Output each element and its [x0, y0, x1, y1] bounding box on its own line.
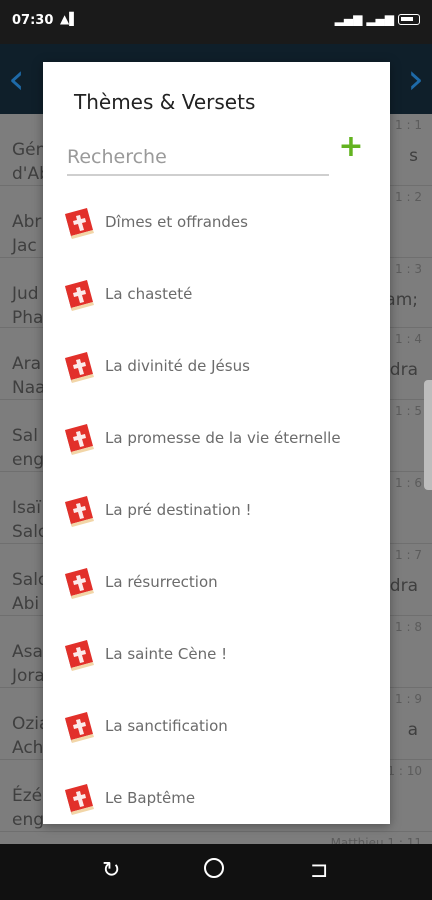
- dialog-title: Thèmes & Versets: [74, 90, 256, 114]
- book-icon: [65, 208, 94, 239]
- verse-ref: 1 : 8: [395, 620, 422, 634]
- cell-signal-icon: ▂▄▆: [334, 12, 363, 26]
- theme-item[interactable]: La résurrection: [43, 546, 390, 618]
- home-icon[interactable]: [204, 858, 224, 884]
- theme-item[interactable]: La chasteté: [43, 258, 390, 330]
- search-field-container: [67, 142, 329, 176]
- book-icon: [65, 568, 94, 599]
- verse-text: a: [407, 720, 418, 740]
- verse-text: am;: [385, 290, 418, 310]
- verse-text: Abi: [12, 594, 40, 614]
- theme-label: Le Baptême: [105, 789, 196, 807]
- recents-icon[interactable]: ⊐: [310, 858, 328, 883]
- theme-label: Dîmes et offrandes: [105, 213, 248, 231]
- add-theme-button[interactable]: +: [338, 132, 364, 162]
- system-nav-bar: ↻ ⊐: [0, 844, 432, 900]
- verse-text: s: [409, 146, 418, 166]
- theme-item[interactable]: Le Baptême: [43, 762, 390, 824]
- cell-signal-icon: ▂▄▆: [366, 12, 394, 26]
- theme-label: La divinité de Jésus: [105, 357, 250, 375]
- verse-text: Sal: [12, 426, 38, 446]
- verse-ref: 1 : 3: [395, 262, 422, 276]
- search-input[interactable]: [67, 142, 329, 172]
- theme-item[interactable]: La sanctification: [43, 690, 390, 762]
- plus-icon: +: [338, 129, 364, 164]
- scrollbar-handle[interactable]: [424, 380, 432, 490]
- verse-ref: 1 : 5: [395, 404, 422, 418]
- book-icon: [65, 424, 94, 455]
- verse-text: Pha: [12, 308, 44, 328]
- battery-icon: [398, 13, 420, 25]
- book-icon: [65, 712, 94, 743]
- theme-label: La promesse de la vie éternelle: [105, 429, 341, 447]
- verse-text: Naa: [12, 378, 46, 398]
- verse-ref: 1 : 4: [395, 332, 422, 346]
- verse-ref: 1 : 1: [395, 118, 422, 132]
- verse-text: Jud: [12, 284, 39, 304]
- theme-label: La chasteté: [105, 285, 193, 303]
- theme-label: La sanctification: [105, 717, 228, 735]
- verse-text: Jora: [12, 666, 45, 686]
- theme-item[interactable]: La sainte Cène !: [43, 618, 390, 690]
- verse-ref: 1 : 9: [395, 692, 422, 706]
- theme-list: Dîmes et offrandes La chasteté La divini…: [43, 186, 390, 824]
- book-icon: [65, 352, 94, 383]
- status-bar: 07:30 ▲▌ ▂▄▆ ▂▄▆: [0, 0, 432, 44]
- verse-text: Isaï: [12, 498, 42, 518]
- verse-ref: 1 : 7: [395, 548, 422, 562]
- back-icon[interactable]: ↻: [102, 858, 120, 883]
- book-icon: [65, 280, 94, 311]
- chevron-right-icon[interactable]: ›: [407, 54, 424, 103]
- status-icons: ▂▄▆ ▂▄▆: [335, 12, 420, 26]
- verse-ref: 1 : 6: [395, 476, 422, 490]
- theme-label: La pré destination !: [105, 501, 252, 519]
- verse-text: Gén: [12, 140, 47, 160]
- verse-text: dra: [389, 360, 418, 380]
- signal-icon: ▲▌: [60, 12, 79, 26]
- verse-text: Abr: [12, 212, 42, 232]
- theme-item[interactable]: La promesse de la vie éternelle: [43, 402, 390, 474]
- book-icon: [65, 496, 94, 527]
- theme-label: La sainte Cène !: [105, 645, 228, 663]
- book-icon: [65, 784, 94, 815]
- verse-ref: 1 : 2: [395, 190, 422, 204]
- theme-label: La résurrection: [105, 573, 218, 591]
- verse-text: eng: [12, 810, 45, 830]
- list-item: Matthieu 1 : 11: [0, 832, 432, 844]
- theme-item[interactable]: La divinité de Jésus: [43, 330, 390, 402]
- verse-text: Ara: [12, 354, 42, 374]
- themes-dialog: Thèmes & Versets + Dîmes et offrandes La…: [43, 62, 390, 824]
- verse-text: Ézé: [12, 786, 43, 806]
- verse-ref: 1 : 10: [387, 764, 422, 778]
- theme-item[interactable]: Dîmes et offrandes: [43, 186, 390, 258]
- verse-text: eng: [12, 450, 45, 470]
- status-time: 07:30: [12, 13, 54, 28]
- book-icon: [65, 640, 94, 671]
- verse-text: Jac: [12, 236, 37, 256]
- verse-text: Ach: [12, 738, 44, 758]
- chevron-left-icon[interactable]: ‹: [8, 54, 25, 103]
- verse-text: dra: [389, 576, 418, 596]
- verse-ref: Matthieu 1 : 11: [330, 836, 422, 844]
- theme-item[interactable]: La pré destination !: [43, 474, 390, 546]
- verse-text: Asa: [12, 642, 43, 662]
